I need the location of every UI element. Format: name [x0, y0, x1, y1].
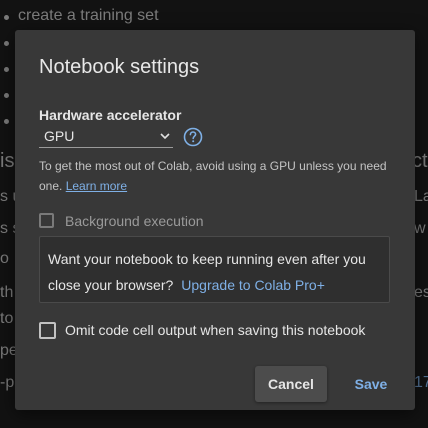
omit-output-label: Omit code cell output when saving this n… — [65, 322, 366, 338]
hardware-accelerator-select[interactable]: GPU — [39, 125, 173, 148]
hardware-accelerator-label: Hardware accelerator — [39, 107, 182, 123]
colab-pro-promo: Want your notebook to keep running even … — [39, 236, 390, 303]
dialog-title: Notebook settings — [39, 56, 200, 78]
save-button[interactable]: Save — [345, 366, 397, 402]
omit-output-checkbox[interactable] — [39, 322, 56, 339]
gpu-usage-hint: To get the most out of Colab, avoid usin… — [39, 156, 391, 196]
hardware-accelerator-value: GPU — [44, 128, 75, 144]
upgrade-colab-pro-link[interactable]: Upgrade to Colab Pro+ — [181, 277, 325, 293]
background-execution-label: Background execution — [65, 213, 204, 229]
help-circle-icon[interactable] — [183, 127, 203, 147]
background-execution-checkbox[interactable] — [39, 213, 54, 228]
cancel-button[interactable]: Cancel — [255, 366, 327, 402]
chevron-down-icon — [160, 133, 170, 140]
notebook-settings-dialog: Notebook settings Hardware accelerator G… — [15, 30, 415, 410]
learn-more-link[interactable]: Learn more — [66, 179, 127, 193]
promo-text-block: Want your notebook to keep running even … — [48, 246, 383, 298]
